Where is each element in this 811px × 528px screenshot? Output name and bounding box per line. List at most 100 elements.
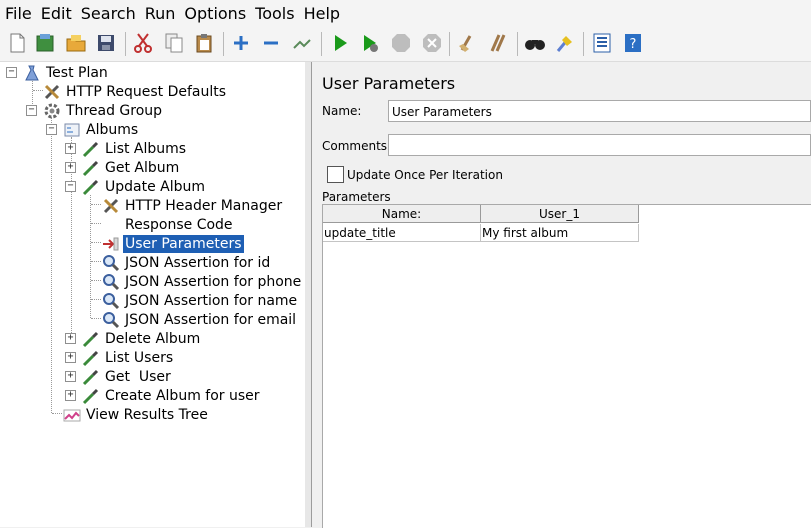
tree-node-get-user[interactable]: Get User — [82, 367, 173, 386]
collapse-toggle[interactable]: − — [6, 67, 17, 78]
tree-node-label: Test Plan — [46, 64, 108, 81]
pre-processor-icon — [102, 235, 120, 253]
tree-node-albums[interactable]: Albums — [63, 120, 140, 139]
blank-icon — [102, 216, 120, 234]
svg-text:?: ? — [630, 37, 637, 52]
menu-edit[interactable]: Edit — [36, 0, 76, 27]
table-cell[interactable]: update_title — [323, 224, 481, 242]
column-header-user-1[interactable]: User_1 — [481, 205, 639, 223]
shutdown-icon[interactable] — [420, 31, 444, 55]
assertion-magnifier-icon — [102, 311, 120, 329]
toolbar-separator — [583, 32, 584, 56]
sampler-pipette-icon — [82, 159, 100, 177]
expand-all-icon[interactable] — [229, 31, 253, 55]
paste-icon[interactable] — [193, 31, 217, 55]
menu-file[interactable]: File — [0, 0, 36, 27]
tree-node-response-code[interactable]: Response Code — [102, 215, 235, 234]
open-icon[interactable] — [64, 31, 88, 55]
function-helper-icon[interactable] — [590, 31, 614, 55]
expand-toggle[interactable]: + — [65, 352, 76, 363]
thread-group-gear-icon — [43, 102, 61, 120]
help-icon[interactable]: ? — [621, 31, 645, 55]
reset-search-icon[interactable] — [553, 31, 577, 55]
sampler-pipette-icon — [82, 349, 100, 367]
parameters-table[interactable]: Name: User_1 update_title My first album — [322, 204, 811, 528]
start-icon[interactable] — [328, 31, 352, 55]
collapse-toggle[interactable]: − — [46, 124, 57, 135]
collapse-all-icon[interactable] — [259, 31, 283, 55]
tree-node-label: Delete Album — [105, 330, 201, 347]
menu-bar: File Edit Search Run Options Tools Help — [0, 0, 811, 27]
tree-node-label: HTTP Request Defaults — [66, 83, 227, 100]
expand-toggle[interactable]: + — [65, 390, 76, 401]
tree-node-label: List Albums — [105, 140, 187, 157]
name-field[interactable]: User Parameters — [388, 100, 811, 122]
save-icon[interactable] — [94, 31, 118, 55]
tree-connector — [91, 261, 101, 262]
comments-label: Comments: — [322, 139, 392, 153]
menu-help[interactable]: Help — [299, 0, 344, 27]
tree-node-delete-album[interactable]: Delete Album — [82, 329, 202, 348]
tree-node-http-request-defaults[interactable]: HTTP Request Defaults — [43, 82, 228, 101]
tree-node-json-assertion-email[interactable]: JSON Assertion for email — [102, 310, 298, 329]
menu-tools[interactable]: Tools — [250, 0, 298, 27]
tree-node-label: JSON Assertion for phone — [125, 273, 302, 290]
templates-icon[interactable] — [33, 31, 57, 55]
start-no-pauses-icon[interactable] — [358, 31, 382, 55]
tree-node-json-assertion-phone[interactable]: JSON Assertion for phone — [102, 272, 303, 291]
tree-node-label: List Users — [105, 349, 174, 366]
sampler-pipette-icon — [82, 387, 100, 405]
expand-toggle[interactable]: + — [65, 143, 76, 154]
menu-run[interactable]: Run — [140, 0, 180, 27]
expand-toggle[interactable]: + — [65, 162, 76, 173]
sampler-pipette-icon — [82, 140, 100, 158]
column-header-name[interactable]: Name: — [323, 205, 481, 223]
tree-connector — [91, 318, 101, 319]
tree-node-label: View Results Tree — [86, 406, 208, 423]
menu-search[interactable]: Search — [76, 0, 140, 27]
collapse-toggle[interactable]: − — [65, 181, 76, 192]
tree-node-json-assertion-name[interactable]: JSON Assertion for name — [102, 291, 299, 310]
search-icon[interactable] — [523, 31, 547, 55]
panel-splitter[interactable] — [305, 62, 312, 527]
clear-icon[interactable] — [455, 31, 479, 55]
config-wrench-icon — [102, 197, 120, 215]
tree-connector — [52, 413, 62, 414]
expand-toggle[interactable]: + — [65, 333, 76, 344]
tree-connector — [51, 117, 52, 413]
collapse-toggle[interactable]: − — [26, 105, 37, 116]
table-cell[interactable]: My first album — [481, 224, 639, 242]
tree-node-http-header-manager[interactable]: HTTP Header Manager — [102, 196, 284, 215]
user-parameters-panel: User Parameters Name: User Parameters Co… — [312, 62, 811, 528]
tree-node-test-plan[interactable]: Test Plan — [23, 63, 110, 82]
cut-icon[interactable] — [131, 31, 155, 55]
tree-node-label: Thread Group — [66, 102, 163, 119]
tree-node-label: Albums — [86, 121, 139, 138]
toolbar-separator — [223, 32, 224, 56]
tree-node-view-results-tree[interactable]: View Results Tree — [63, 405, 210, 424]
tree-connector — [91, 223, 101, 224]
menu-options[interactable]: Options — [179, 0, 250, 27]
expand-toggle[interactable]: + — [65, 371, 76, 382]
tree-node-label: User Parameters — [123, 234, 244, 253]
tree-node-get-album[interactable]: Get Album — [82, 158, 181, 177]
update-once-checkbox[interactable] — [327, 166, 344, 183]
toggle-icon[interactable] — [290, 31, 314, 55]
tree-node-list-albums[interactable]: List Albums — [82, 139, 188, 158]
copy-icon[interactable] — [162, 31, 186, 55]
test-plan-tree[interactable]: − − − + + − + + + + Test Plan HTTP Reque… — [0, 62, 306, 527]
stop-icon[interactable] — [389, 31, 413, 55]
toolbar-separator — [449, 32, 450, 56]
tree-node-create-album-for-user[interactable]: Create Album for user — [82, 386, 262, 405]
tree-node-list-users[interactable]: List Users — [82, 348, 175, 367]
tree-node-json-assertion-id[interactable]: JSON Assertion for id — [102, 253, 272, 272]
tree-connector — [91, 280, 101, 281]
tree-node-user-parameters[interactable]: User Parameters — [102, 234, 244, 253]
listener-graph-icon — [63, 406, 81, 424]
clear-all-icon[interactable] — [486, 31, 510, 55]
tree-node-update-album[interactable]: Update Album — [82, 177, 207, 196]
comments-field[interactable] — [388, 134, 811, 156]
tree-node-thread-group[interactable]: Thread Group — [43, 101, 164, 120]
new-icon[interactable] — [5, 31, 29, 55]
controller-icon — [63, 121, 81, 139]
